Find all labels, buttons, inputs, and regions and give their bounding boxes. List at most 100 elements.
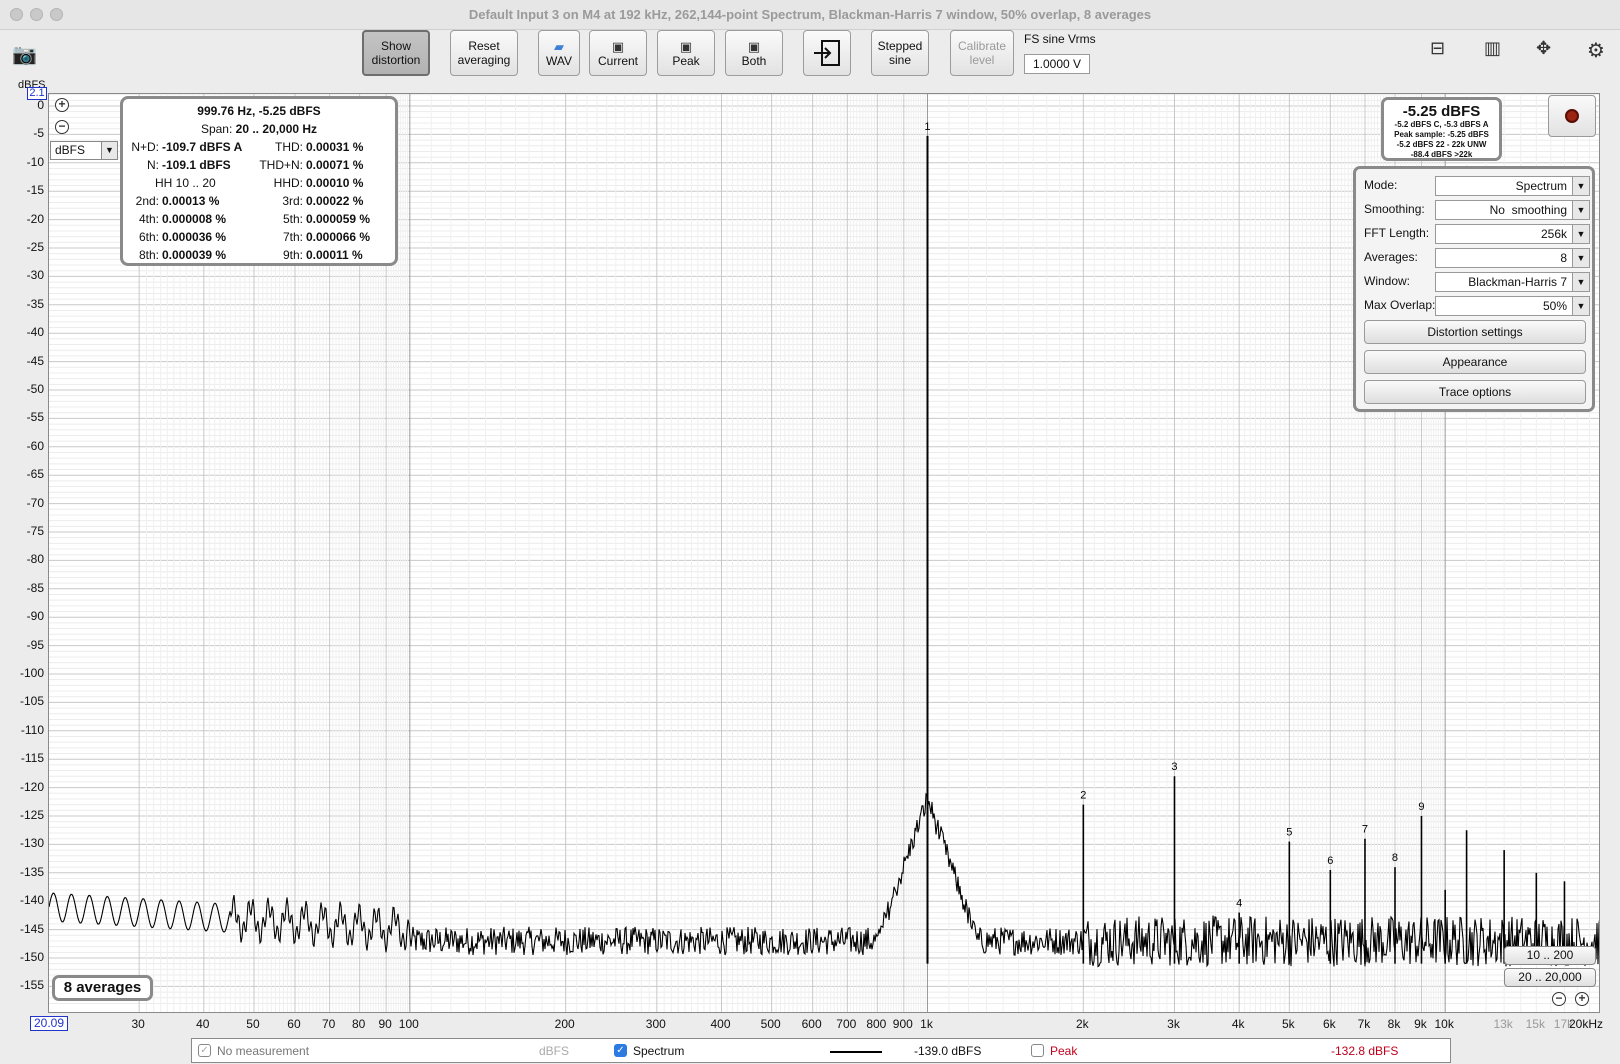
- stepped-sine-button[interactable]: Stepped sine: [871, 30, 929, 76]
- reset-averaging-button[interactable]: Reset averaging: [450, 30, 518, 76]
- fs-sine-label: FS sine Vrms: [1024, 32, 1096, 46]
- x-tick-label: 6k: [1322, 1017, 1336, 1031]
- y-tick-label: -135: [19, 864, 44, 879]
- x-tick-label: 700: [836, 1017, 857, 1031]
- columns-icon[interactable]: ▥: [1484, 38, 1501, 59]
- range-10-200-button[interactable]: 10 .. 200: [1504, 946, 1596, 965]
- x-tick-label: 5k: [1281, 1017, 1295, 1031]
- spectrum-checkbox[interactable]: ✓: [614, 1044, 627, 1057]
- gear-icon[interactable]: ⚙: [1587, 38, 1605, 63]
- y-tick-label: -35: [26, 296, 44, 311]
- y-tick-label: -65: [26, 467, 44, 482]
- y-tick-label: -150: [19, 950, 44, 964]
- y-tick-label: -20: [26, 211, 44, 226]
- harmonic-label-4: 4: [1236, 898, 1242, 910]
- chevron-down-icon: ▼: [1572, 249, 1589, 267]
- x-tick-label: 200: [554, 1017, 575, 1031]
- calibrate-level-button[interactable]: Calibrate level: [950, 30, 1014, 76]
- fft-length-row: FFT Length: 256k ▼: [1364, 224, 1590, 244]
- averages-select[interactable]: 8 ▼: [1435, 248, 1590, 268]
- x-tick-label: 1k: [920, 1017, 933, 1031]
- title-bar: Default Input 3 on M4 at 192 kHz, 262,14…: [0, 0, 1620, 30]
- smoothing-select[interactable]: No smoothing ▼: [1435, 200, 1590, 220]
- unit-select[interactable]: dBFS ▼: [50, 141, 118, 160]
- x-tick-label: 90: [378, 1017, 392, 1031]
- y-tick-label: -10: [26, 154, 44, 169]
- smoothing-row: Smoothing: No smoothing ▼: [1364, 200, 1590, 220]
- x-tick-label: 400: [710, 1017, 731, 1031]
- save-both-button[interactable]: ▣ Both: [725, 30, 783, 76]
- toolbar: 📷 Show distortion Reset averaging ▰ WAV …: [0, 30, 1620, 82]
- x-tick-label: 600: [801, 1017, 822, 1031]
- trace-options-button[interactable]: Trace options: [1364, 380, 1586, 404]
- x-tick-label: 300: [645, 1017, 666, 1031]
- input-arrow-icon: [814, 40, 840, 66]
- peak-label: Peak: [1050, 1044, 1078, 1058]
- y-tick-label: -15: [26, 183, 44, 198]
- x-tick-label: 2k: [1075, 1017, 1089, 1031]
- y-tick-label: -45: [26, 353, 44, 368]
- y-tick-label: -30: [26, 268, 44, 283]
- level-peak-readout: Peak sample: -5.25 dBFS: [1394, 130, 1489, 139]
- averages-row: Averages: 8 ▼: [1364, 248, 1590, 268]
- save-peak-button[interactable]: ▣ Peak: [657, 30, 715, 76]
- y-tick-label: -50: [26, 382, 44, 396]
- y-tick-label: -140: [19, 893, 44, 908]
- y-tick-label: -95: [26, 637, 44, 652]
- y-tick-label: -155: [19, 978, 44, 993]
- y-tick-label: -115: [20, 751, 44, 766]
- fit-view-icon[interactable]: ⊟: [1430, 38, 1445, 59]
- x-tick-label: 60: [287, 1017, 301, 1031]
- level-unweighted-readout: -5.2 dBFS 22 - 22k UNW: [1396, 140, 1487, 149]
- range-20-20000-button[interactable]: 20 .. 20,000: [1504, 968, 1596, 987]
- fft-length-select[interactable]: 256k ▼: [1435, 224, 1590, 244]
- no-measurement-label: No measurement: [217, 1044, 310, 1058]
- input-select-button[interactable]: [803, 30, 851, 76]
- x-tick-label: 800: [866, 1017, 887, 1031]
- wav-button[interactable]: ▰ WAV: [538, 30, 580, 76]
- fs-sine-input[interactable]: 1.0000 V: [1024, 54, 1090, 74]
- y-tick-label: -60: [26, 438, 44, 453]
- chevron-down-icon: ▼: [101, 142, 117, 159]
- distortion-settings-button[interactable]: Distortion settings: [1364, 320, 1586, 344]
- x-zoom-in-icon[interactable]: +: [1575, 992, 1589, 1006]
- save-icon: ▣: [611, 38, 625, 54]
- x-tick-label: 50: [246, 1017, 260, 1031]
- max-overlap-select[interactable]: 50% ▼: [1435, 296, 1590, 316]
- y-tick-label: -40: [26, 325, 44, 340]
- window-title: Default Input 3 on M4 at 192 kHz, 262,14…: [468, 7, 1152, 22]
- y-tick-label: -85: [26, 580, 44, 595]
- mode-row: Mode: Spectrum ▼: [1364, 176, 1590, 196]
- peak-checkbox[interactable]: [1031, 1044, 1044, 1057]
- window-row: Window: Blackman-Harris 7 ▼: [1364, 272, 1590, 292]
- save-icon: ▣: [747, 38, 761, 54]
- camera-icon[interactable]: 📷: [12, 42, 37, 67]
- show-distortion-button[interactable]: Show distortion: [362, 30, 430, 76]
- window-select[interactable]: Blackman-Harris 7 ▼: [1435, 272, 1590, 292]
- x-tick-label: 4k: [1231, 1017, 1245, 1031]
- record-button[interactable]: [1548, 95, 1596, 137]
- chevron-down-icon: ▼: [1572, 297, 1589, 315]
- chevron-down-icon: ▼: [1572, 273, 1589, 291]
- chevron-down-icon: ▼: [1572, 177, 1589, 195]
- y-tick-label: -100: [19, 666, 44, 680]
- no-measurement-checkbox[interactable]: ✓: [198, 1044, 211, 1057]
- spectrum-label: Spectrum: [633, 1044, 685, 1058]
- y-tick-label: 0: [37, 98, 44, 112]
- x-tick-label: 80: [351, 1017, 366, 1031]
- y-tick-label: -80: [26, 552, 44, 567]
- x-zoom-out-icon[interactable]: −: [1552, 992, 1566, 1006]
- harmonic-label-6: 6: [1327, 855, 1333, 867]
- zoom-in-icon[interactable]: +: [55, 98, 69, 112]
- level-main-readout: -5.25 dBFS: [1402, 103, 1481, 120]
- harmonic-label-7: 7: [1362, 824, 1368, 836]
- move-arrows-icon[interactable]: ✥: [1536, 38, 1551, 59]
- mode-select[interactable]: Spectrum ▼: [1435, 176, 1590, 196]
- zoom-out-icon[interactable]: −: [55, 120, 69, 134]
- save-current-button[interactable]: ▣ Current: [589, 30, 647, 76]
- x-tick-label: 15k: [1525, 1017, 1545, 1031]
- harmonic-label-8: 8: [1392, 852, 1398, 864]
- harmonic-label-5: 5: [1286, 827, 1292, 839]
- appearance-button[interactable]: Appearance: [1364, 350, 1586, 374]
- x-axis-min-input[interactable]: 20.09: [30, 1016, 68, 1031]
